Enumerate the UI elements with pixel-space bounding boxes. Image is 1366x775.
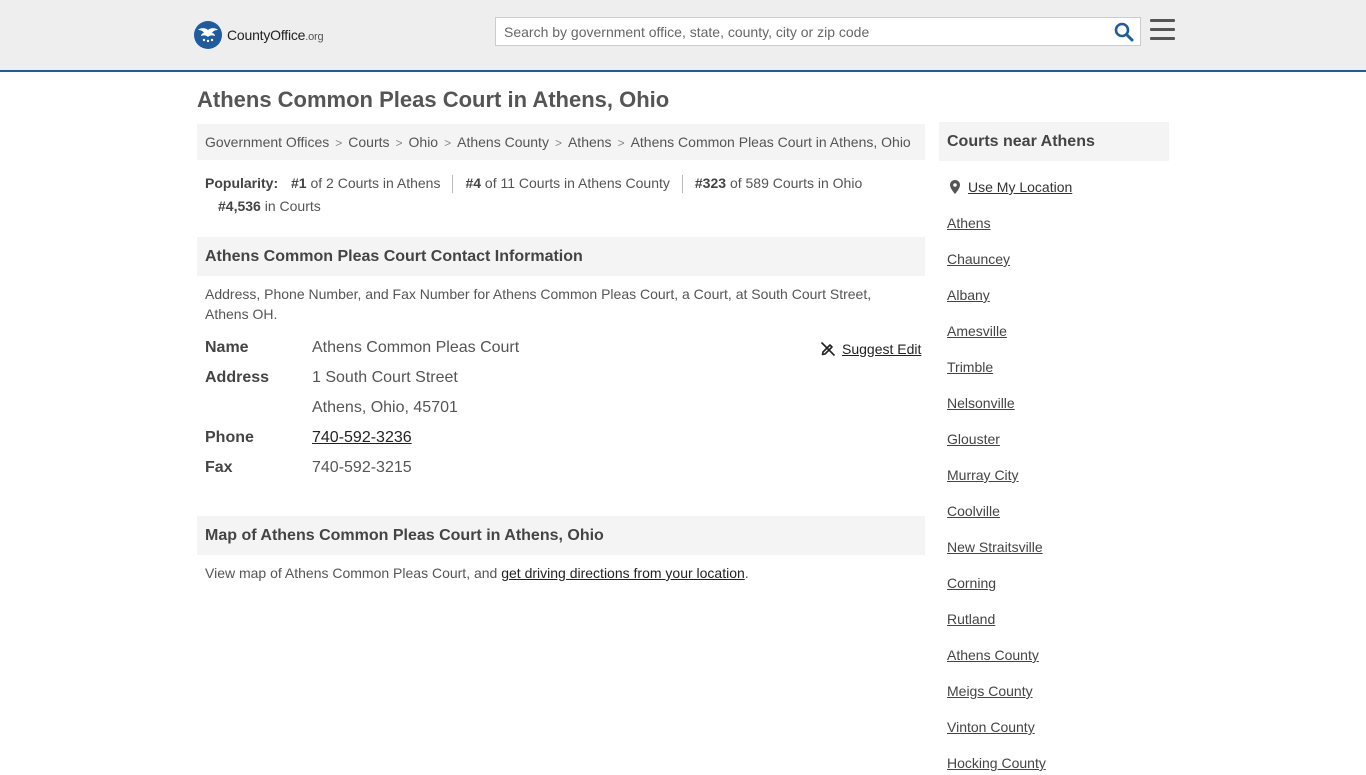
breadcrumb-item-courts[interactable]: Courts — [348, 134, 389, 150]
sidebar-item-link[interactable]: Rutland — [947, 611, 995, 627]
rank-value: #323 — [694, 175, 727, 191]
logo-suffix-text: .org — [305, 31, 324, 43]
sidebar-item: Athens — [947, 199, 1167, 235]
sidebar-item: Hocking County — [947, 739, 1167, 775]
popularity-ranks: Popularity: #1 of 2 Courts in Athens #4 o… — [205, 172, 905, 218]
rank-text: of 2 Courts in Athens — [310, 175, 441, 191]
phone-label: Phone — [205, 429, 254, 446]
breadcrumb-separator-icon: > — [335, 136, 343, 150]
address-line1: 1 South Court Street — [312, 369, 458, 386]
sidebar-item-link[interactable]: Amesville — [947, 323, 1007, 339]
sidebar-item: Meigs County — [947, 667, 1167, 703]
sidebar-item-link[interactable]: Meigs County — [947, 683, 1033, 699]
contact-section-heading: Athens Common Pleas Court Contact Inform… — [197, 237, 925, 276]
sidebar-item-link[interactable]: Vinton County — [947, 719, 1035, 735]
sidebar-item-link[interactable]: Murray City — [947, 467, 1019, 483]
location-pin-icon — [950, 180, 960, 194]
sidebar-item-link[interactable]: Nelsonville — [947, 395, 1015, 411]
hamburger-menu-icon[interactable] — [1150, 19, 1175, 42]
sidebar-item: Murray City — [947, 451, 1167, 487]
divider — [452, 175, 454, 194]
sidebar-item: New Straitsville — [947, 523, 1167, 559]
sidebar-item: Coolville — [947, 487, 1167, 523]
sidebar-item-link[interactable]: New Straitsville — [947, 539, 1043, 555]
name-value: Athens Common Pleas Court — [312, 339, 520, 356]
address-line2: Athens, Ohio, 45701 — [312, 399, 458, 416]
sidebar-item: Albany — [947, 271, 1167, 307]
suggest-edit-label[interactable]: Suggest Edit — [842, 339, 921, 359]
map-text: View map of Athens Common Pleas Court, a… — [205, 565, 502, 581]
popularity-rank-state: #323 of 589 Courts in Ohio — [695, 172, 862, 195]
use-my-location-link[interactable]: Use My Location — [968, 179, 1072, 195]
breadcrumb-item-ohio[interactable]: Ohio — [409, 134, 439, 150]
sidebar-item: Glouster — [947, 415, 1167, 451]
rank-value: #4,536 — [218, 198, 261, 214]
edit-off-icon — [820, 341, 836, 357]
divider — [681, 175, 683, 194]
fax-value: 740-592-3215 — [312, 459, 412, 476]
map-description: View map of Athens Common Pleas Court, a… — [205, 563, 905, 583]
popularity-rank-overall: #4,536 in Courts — [218, 195, 321, 218]
eagle-logo-icon — [194, 21, 222, 49]
breadcrumb-current: Athens Common Pleas Court in Athens, Ohi… — [630, 134, 911, 150]
suggest-edit-link[interactable]: Suggest Edit — [820, 339, 921, 359]
sidebar-item: Vinton County — [947, 703, 1167, 739]
page-title: Athens Common Pleas Court in Athens, Ohi… — [197, 87, 670, 112]
top-header: CountyOffice.org — [0, 0, 1366, 72]
sidebar-list: Use My Location Athens Chauncey Albany Ames… — [947, 175, 1167, 775]
fax-label: Fax — [205, 459, 233, 476]
phone-link[interactable]: 740-592-3236 — [312, 429, 412, 446]
sidebar-item: Amesville — [947, 307, 1167, 343]
driving-directions-link[interactable]: get driving directions from your locatio… — [501, 565, 745, 581]
logo-main-text: CountyOffice — [227, 27, 306, 43]
rank-text: of 11 Courts in Athens County — [484, 175, 670, 191]
breadcrumb-separator-icon: > — [617, 136, 625, 150]
popularity-rank-city: #1 of 2 Courts in Athens — [291, 172, 440, 195]
popularity-rank-county: #4 of 11 Courts in Athens County — [465, 172, 669, 195]
breadcrumb-item-athens[interactable]: Athens — [568, 134, 612, 150]
sidebar-item-link[interactable]: Glouster — [947, 431, 1000, 447]
logo-text: CountyOffice.org — [227, 27, 324, 43]
sidebar-item-link[interactable]: Coolville — [947, 503, 1000, 519]
map-section-heading: Map of Athens Common Pleas Court in Athe… — [197, 516, 925, 555]
search-icon[interactable] — [1114, 22, 1134, 42]
search-input[interactable] — [496, 18, 1104, 45]
sidebar-heading: Courts near Athens — [939, 122, 1169, 161]
name-label: Name — [205, 339, 249, 356]
popularity-label: Popularity: — [205, 175, 279, 191]
sidebar-item: Trimble — [947, 343, 1167, 379]
address-label: Address — [205, 369, 270, 386]
sidebar-item: Rutland — [947, 595, 1167, 631]
sidebar-item-link[interactable]: Corning — [947, 575, 996, 591]
breadcrumb-separator-icon: > — [444, 136, 452, 150]
sidebar-item-link[interactable]: Chauncey — [947, 251, 1010, 267]
breadcrumb-separator-icon: > — [554, 136, 562, 150]
rank-text: in Courts — [264, 198, 321, 214]
sidebar-item: Corning — [947, 559, 1167, 595]
breadcrumb-item-athens-county[interactable]: Athens County — [457, 134, 549, 150]
rank-value: #4 — [465, 175, 482, 191]
site-logo[interactable]: CountyOffice.org — [194, 20, 324, 50]
sidebar-item-link[interactable]: Athens — [947, 215, 991, 231]
map-text-end: . — [744, 565, 749, 581]
rank-value: #1 — [291, 175, 307, 191]
sidebar-item: Nelsonville — [947, 379, 1167, 415]
contact-description: Address, Phone Number, and Fax Number fo… — [205, 286, 872, 322]
sidebar-item-link[interactable]: Trimble — [947, 359, 993, 375]
breadcrumb-separator-icon: > — [395, 136, 403, 150]
sidebar-item: Chauncey — [947, 235, 1167, 271]
breadcrumb-item-government-offices[interactable]: Government Offices — [205, 134, 329, 150]
breadcrumb: Government Offices > Courts > Ohio > Athens Co… — [197, 124, 925, 160]
sidebar-item-link[interactable]: Hocking County — [947, 755, 1046, 771]
sidebar-item: Athens County — [947, 631, 1167, 667]
rank-text: of 589 Courts in Ohio — [729, 175, 863, 191]
sidebar-item-link[interactable]: Athens County — [947, 647, 1039, 663]
search-box — [495, 17, 1141, 46]
use-my-location[interactable]: Use My Location — [947, 175, 1167, 199]
sidebar-item-link[interactable]: Albany — [947, 287, 990, 303]
